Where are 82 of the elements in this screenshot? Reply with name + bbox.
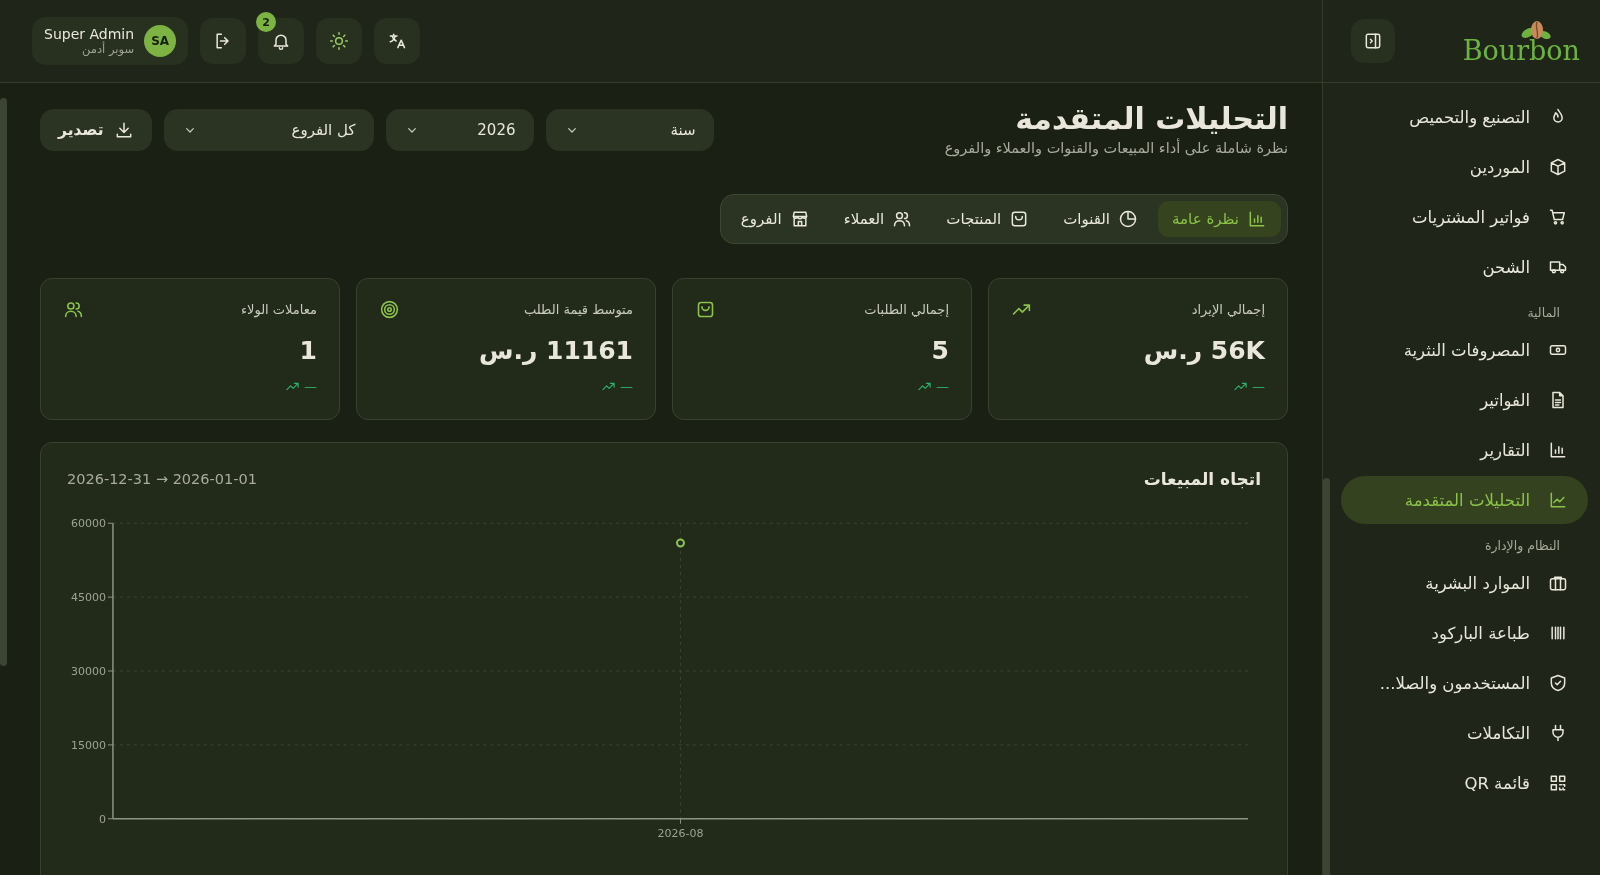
y-tick: 15000	[71, 738, 114, 752]
y-tick-label: 60000	[71, 517, 106, 531]
briefcase-icon	[1548, 573, 1568, 593]
tab[interactable]: القنوات	[1049, 201, 1152, 237]
line-chart-icon	[1548, 490, 1568, 510]
y-tick-label: 0	[98, 812, 106, 826]
chart-title: اتجاه المبيعات	[1143, 469, 1261, 489]
y-tick-label: 45000	[71, 591, 106, 605]
x-tick-label: 2026-08	[657, 826, 704, 840]
logo-wordmark: Bourbon	[1462, 36, 1580, 64]
export-button[interactable]: تصدير	[40, 109, 152, 151]
section-heading: المالية	[1526, 304, 1561, 322]
cart-icon	[1548, 207, 1568, 227]
sidebar-item[interactable]: قائمة QR	[1341, 759, 1588, 807]
trend-text: —	[304, 379, 317, 394]
sidebar-item[interactable]: الشحن	[1341, 243, 1588, 291]
y-tick: 0	[98, 812, 114, 826]
scrollbar-thumb[interactable]	[1323, 478, 1330, 875]
bag-icon	[695, 299, 716, 320]
sun-icon	[329, 31, 350, 51]
trend-text: —	[1252, 379, 1265, 394]
user-role: سوبر أدمن	[82, 42, 135, 57]
sidebar-item[interactable]: الفواتير	[1341, 376, 1588, 424]
theme-button[interactable]	[316, 18, 363, 64]
y-tick: 45000	[71, 591, 114, 605]
x-tick: 2026-08	[657, 818, 704, 840]
tab[interactable]: نظرة عامة	[1158, 201, 1281, 237]
sidebar-item[interactable]: الموارد البشرية	[1341, 559, 1588, 607]
y-tick: 30000	[71, 665, 114, 678]
stat-value: 5	[930, 336, 949, 365]
tab[interactable]: الفروع	[726, 201, 824, 237]
target-icon	[379, 299, 400, 320]
bar-chart-icon	[1247, 209, 1267, 229]
notification-badge: 2	[256, 12, 277, 32]
stat-value: 56K ر.س	[1142, 336, 1265, 365]
logout-button[interactable]	[200, 18, 247, 64]
qr-code-icon	[1548, 773, 1568, 793]
date-range: 2026-12-31 → 2026-01-01	[67, 471, 257, 487]
dropdown[interactable]: كل الفروع	[163, 109, 374, 151]
dropdown[interactable]: سنة	[545, 109, 714, 151]
translate-icon	[387, 31, 408, 51]
notifications-button[interactable]	[258, 18, 305, 64]
y-tick: 60000	[71, 517, 114, 531]
sidebar-item[interactable]: المستخدمون والصلا...	[1341, 659, 1588, 707]
page-subtitle: نظرة شاملة على أداء المبيعات والقنوات والعملاء والفروع	[944, 140, 1288, 156]
data-point	[676, 538, 685, 548]
users-icon	[892, 209, 913, 229]
sidebar-item[interactable]: التصنيع والتحميص	[1341, 93, 1588, 141]
stat-value: 1	[298, 336, 317, 365]
users-icon	[63, 299, 84, 320]
user-name: Super Admin	[44, 25, 135, 42]
dropdown[interactable]: 2026	[385, 109, 534, 151]
avatar: SA	[144, 25, 177, 57]
y-tick-label: 30000	[71, 665, 106, 678]
sidebar-item[interactable]: الموردين	[1341, 143, 1588, 191]
language-button[interactable]	[374, 18, 421, 64]
page-title: التحليلات المتقدمة	[1014, 100, 1288, 138]
stat-label: معاملات الولاء	[240, 302, 317, 317]
shield-icon	[1548, 673, 1568, 693]
stat-value: 11161 ر.س	[477, 336, 633, 365]
trend-text: —	[936, 379, 949, 394]
tab[interactable]: العملاء	[829, 201, 927, 237]
pie-chart-icon	[1118, 209, 1138, 229]
stat-label: إجمالي الإيراد	[1191, 302, 1265, 317]
barcode-icon	[1548, 623, 1568, 643]
tab[interactable]: المنتجات	[932, 201, 1044, 237]
sidebar-item[interactable]: التحليلات المتقدمة	[1341, 476, 1588, 524]
sidebar-item[interactable]: التقارير	[1341, 426, 1588, 474]
scrollbar-thumb[interactable]	[0, 98, 7, 666]
sidebar-toggle-button[interactable]	[1351, 19, 1395, 63]
box-icon	[1548, 157, 1568, 177]
sidebar-item[interactable]: طباعة الباركود	[1341, 609, 1588, 657]
sidebar-item[interactable]: التكاملات	[1341, 709, 1588, 757]
sidebar-toggle-icon	[1363, 31, 1383, 51]
sidebar-item[interactable]: المصروفات النثرية	[1341, 326, 1588, 374]
stat-label: إجمالي الطلبات	[864, 302, 949, 317]
sidebar-item[interactable]: فواتير المشتريات	[1341, 193, 1588, 241]
trend-text: —	[620, 379, 633, 394]
bar-chart-icon	[1548, 440, 1568, 460]
section-heading: النظام والإدارة	[1483, 537, 1561, 556]
stat-label: متوسط قيمة الطلب	[523, 302, 633, 317]
y-tick-label: 15000	[71, 738, 106, 752]
